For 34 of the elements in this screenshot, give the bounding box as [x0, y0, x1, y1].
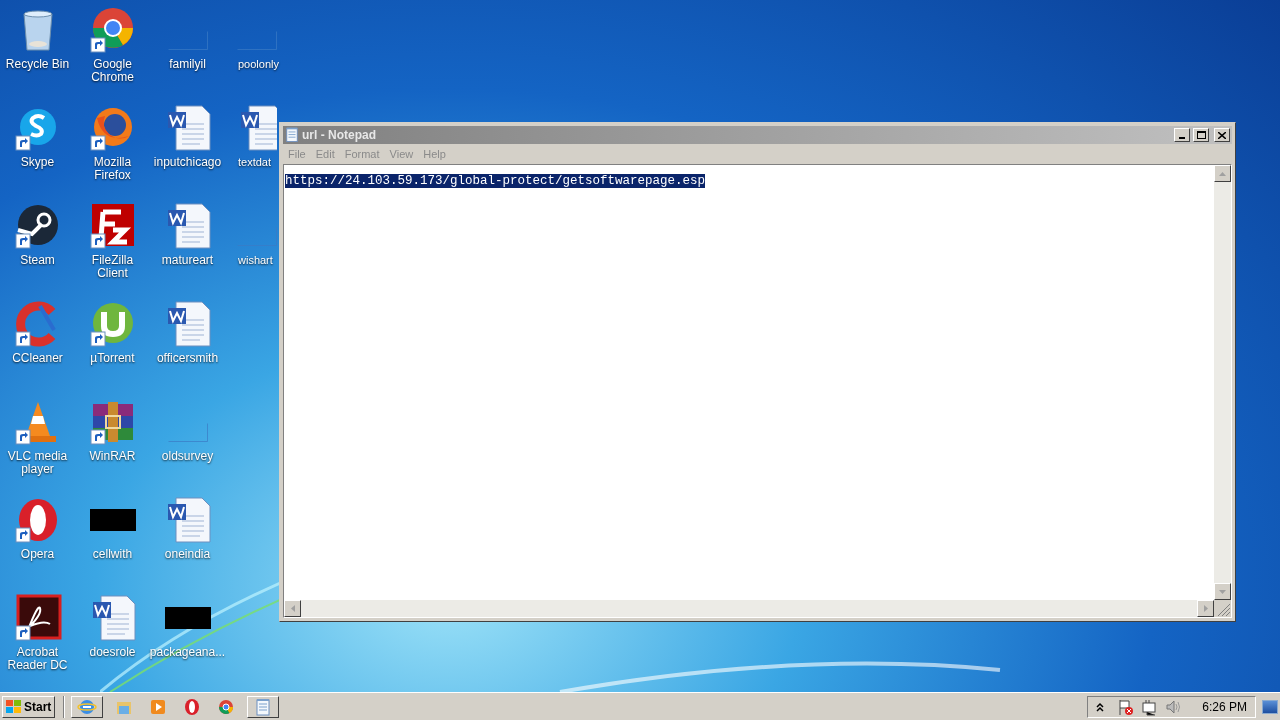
blank-file-icon [167, 423, 208, 442]
menu-item[interactable]: Format [339, 145, 385, 163]
left-arrow-icon [290, 605, 295, 612]
blank-file-icon [167, 31, 208, 50]
scroll-left-button[interactable] [284, 600, 301, 617]
right-arrow-icon [1203, 605, 1208, 612]
scroll-down-button[interactable] [1214, 583, 1231, 600]
menu-item[interactable]: View [384, 145, 419, 163]
minimize-button[interactable] [1174, 128, 1190, 142]
redacted-block [164, 607, 211, 629]
text-area[interactable]: https://24.103.59.173/global-protect/getsoftwarepage.esp [283, 164, 1232, 618]
close-button[interactable] [1214, 128, 1230, 142]
window-title: url - Notepad [302, 127, 377, 144]
document-text: https://24.103.59.173/global-protect/getsoftwarepage.esp [285, 174, 706, 188]
redacted-block [89, 509, 136, 531]
taskbar-button[interactable] [71, 695, 104, 718]
start-button[interactable]: Start [2, 695, 56, 718]
notepad-icon [285, 127, 299, 143]
scroll-right-button[interactable] [1197, 600, 1214, 617]
show-desktop-button[interactable] [1262, 699, 1278, 714]
maximize-button[interactable] [1193, 128, 1209, 142]
up-arrow-icon [1219, 171, 1226, 176]
resize-grip-icon[interactable] [1214, 600, 1231, 617]
down-arrow-icon [1219, 589, 1226, 594]
windows-logo-icon [6, 699, 22, 714]
close-icon [1218, 131, 1226, 139]
menu-item[interactable]: Help [418, 145, 451, 163]
menu-item[interactable]: Edit [310, 145, 340, 163]
taskbar-button[interactable] [247, 695, 280, 718]
vertical-scrollbar[interactable] [1214, 165, 1231, 600]
horizontal-scrollbar[interactable] [284, 600, 1214, 617]
menu-item[interactable]: File [283, 145, 311, 163]
blank-file-icon [237, 31, 277, 50]
scroll-up-button[interactable] [1214, 165, 1231, 182]
